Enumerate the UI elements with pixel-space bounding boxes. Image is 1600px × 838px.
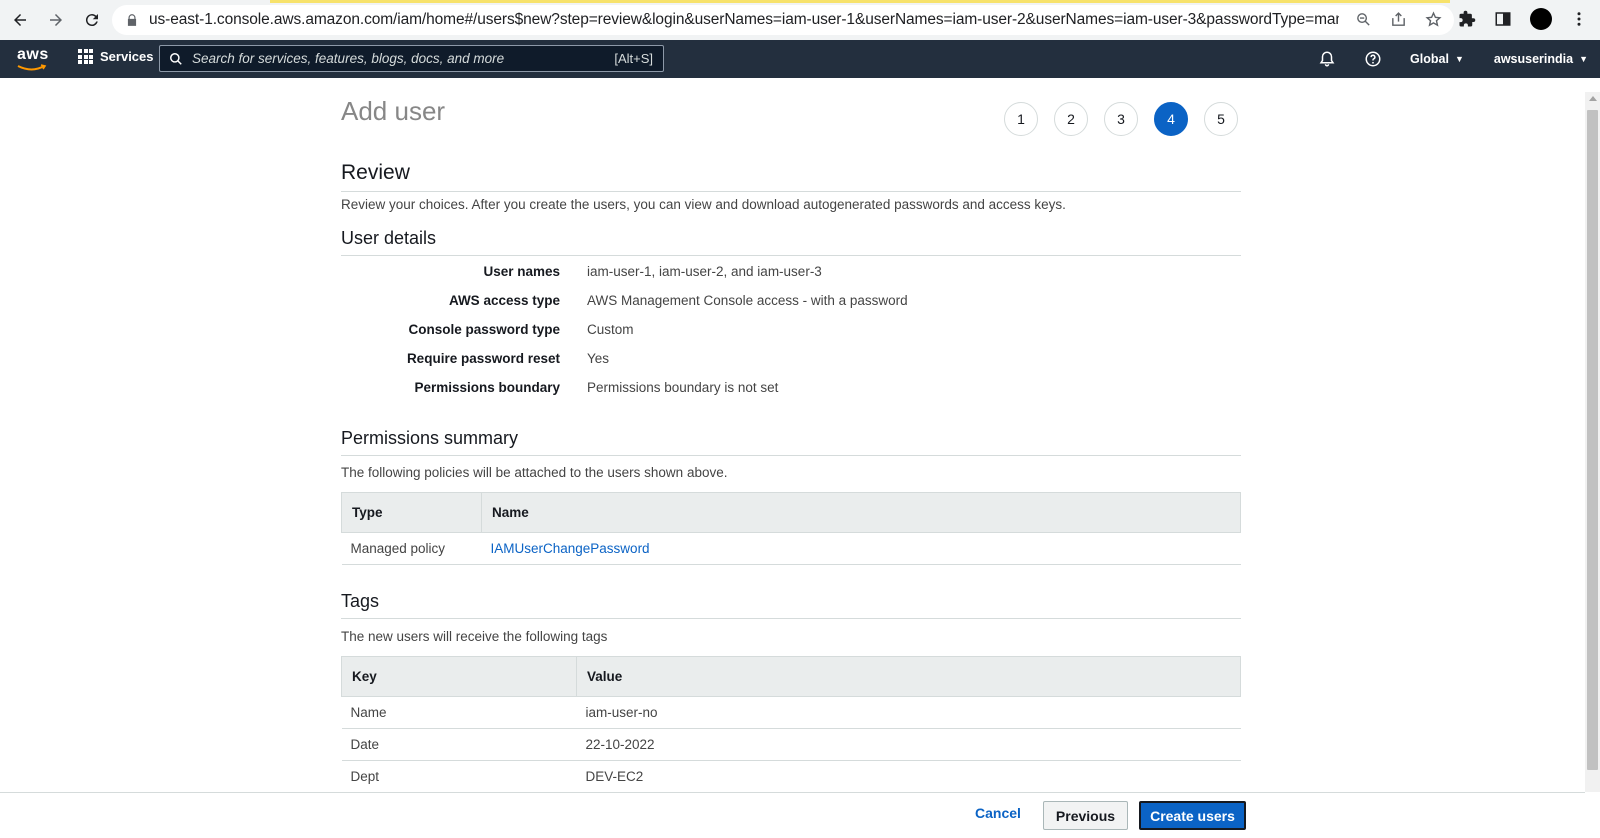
user-details-list: User names iam-user-1, iam-user-2, and i… bbox=[341, 264, 1241, 409]
search-shortcut-hint: [Alt+S] bbox=[614, 51, 653, 66]
detail-label: Console password type bbox=[408, 322, 560, 337]
zoom-icon[interactable] bbox=[1355, 11, 1372, 28]
previous-button[interactable]: Previous bbox=[1043, 801, 1128, 830]
page-title: Add user bbox=[341, 96, 446, 126]
url-text: us-east-1.console.aws.amazon.com/iam/hom… bbox=[149, 11, 1339, 28]
policy-name-cell: IAMUserChangePassword bbox=[481, 532, 1241, 565]
region-label: Global bbox=[1410, 52, 1449, 66]
detail-row: Require password reset Yes bbox=[341, 351, 1241, 380]
forward-icon[interactable] bbox=[40, 4, 72, 36]
page-scrollbar[interactable] bbox=[1585, 92, 1600, 792]
detail-label: Permissions boundary bbox=[414, 380, 560, 395]
detail-row: User names iam-user-1, iam-user-2, and i… bbox=[341, 264, 1241, 293]
search-icon bbox=[170, 52, 182, 65]
detail-value: iam-user-1, iam-user-2, and iam-user-3 bbox=[587, 264, 822, 279]
caret-down-icon: ▼ bbox=[1454, 54, 1464, 64]
tag-key-cell: Name bbox=[341, 696, 577, 729]
search-input[interactable] bbox=[192, 51, 612, 66]
review-description: Review your choices. After you create th… bbox=[341, 197, 1066, 212]
notifications-bell-icon[interactable] bbox=[1318, 50, 1336, 68]
search-bar[interactable]: [Alt+S] bbox=[159, 45, 664, 72]
permissions-table: Type Name Managed policy IAMUserChangePa… bbox=[341, 492, 1241, 565]
tag-value-cell: 22-10-2022 bbox=[576, 728, 1241, 761]
profile-avatar[interactable] bbox=[1530, 8, 1552, 30]
reload-icon[interactable] bbox=[76, 4, 108, 36]
step-2[interactable]: 2 bbox=[1054, 102, 1088, 136]
cancel-button[interactable]: Cancel bbox=[975, 805, 1021, 821]
tags-table: Key Value Name iam-user-no Date 22-10-20… bbox=[341, 656, 1241, 793]
step-1[interactable]: 1 bbox=[1004, 102, 1038, 136]
address-bar[interactable]: us-east-1.console.aws.amazon.com/iam/hom… bbox=[112, 5, 1454, 35]
detail-row: Permissions boundary Permissions boundar… bbox=[341, 380, 1241, 409]
table-row: Dept DEV-EC2 bbox=[341, 760, 1241, 793]
detail-value: AWS Management Console access - with a p… bbox=[587, 293, 908, 308]
help-icon[interactable] bbox=[1364, 50, 1382, 68]
bookmark-star-icon[interactable] bbox=[1425, 11, 1442, 28]
tag-key-cell: Date bbox=[341, 728, 577, 761]
detail-value: Yes bbox=[587, 351, 610, 366]
detail-label: User names bbox=[483, 264, 560, 279]
create-users-button[interactable]: Create users bbox=[1139, 801, 1246, 830]
detail-value: Custom bbox=[587, 322, 634, 337]
table-row: Date 22-10-2022 bbox=[341, 728, 1241, 761]
scroll-up-arrow-icon[interactable] bbox=[1589, 96, 1597, 101]
user-details-heading: User details bbox=[341, 228, 1241, 256]
table-row: Managed policy IAMUserChangePassword bbox=[341, 532, 1241, 565]
loading-bar bbox=[270, 0, 1450, 3]
table-row: Name iam-user-no bbox=[341, 696, 1241, 729]
back-icon[interactable] bbox=[4, 4, 36, 36]
permissions-description: The following policies will be attached … bbox=[341, 465, 728, 480]
detail-row: AWS access type AWS Management Console a… bbox=[341, 293, 1241, 322]
wizard-footer: Cancel Previous Create users bbox=[0, 792, 1585, 838]
step-5: 5 bbox=[1204, 102, 1238, 136]
lock-icon bbox=[127, 14, 137, 26]
services-menu-button[interactable]: Services bbox=[78, 49, 154, 64]
step-4-active: 4 bbox=[1154, 102, 1188, 136]
aws-nav-bar: aws Services [Alt+S] Global ▼ awsuserind… bbox=[0, 40, 1600, 78]
aws-smile-icon bbox=[17, 64, 47, 71]
aws-logo-text: aws bbox=[17, 46, 49, 63]
permissions-summary-heading: Permissions summary bbox=[341, 428, 1241, 456]
tags-description: The new users will receive the following… bbox=[341, 629, 608, 644]
tag-value-cell: DEV-EC2 bbox=[576, 760, 1241, 793]
column-header-key: Key bbox=[341, 656, 577, 697]
share-icon[interactable] bbox=[1390, 11, 1407, 28]
column-header-value: Value bbox=[576, 656, 1241, 697]
extensions-icon[interactable] bbox=[1458, 10, 1476, 28]
account-menu[interactable]: awsuserindia ▼ bbox=[1494, 52, 1588, 66]
scrollbar-thumb[interactable] bbox=[1587, 110, 1598, 770]
aws-logo[interactable]: aws bbox=[17, 46, 49, 71]
tag-value-cell: iam-user-no bbox=[576, 696, 1241, 729]
tag-key-cell: Dept bbox=[341, 760, 577, 793]
tags-heading: Tags bbox=[341, 591, 1241, 619]
column-header-type: Type bbox=[341, 492, 482, 533]
policy-link[interactable]: IAMUserChangePassword bbox=[491, 541, 650, 556]
region-selector[interactable]: Global ▼ bbox=[1410, 52, 1464, 66]
account-label: awsuserindia bbox=[1493, 52, 1574, 66]
detail-label: AWS access type bbox=[448, 293, 560, 308]
menu-kebab-icon[interactable] bbox=[1570, 10, 1588, 28]
services-label: Services bbox=[100, 49, 154, 64]
side-panel-icon[interactable] bbox=[1494, 10, 1512, 28]
detail-row: Console password type Custom bbox=[341, 322, 1241, 351]
wizard-steps: 1 2 3 4 5 bbox=[1004, 102, 1238, 136]
review-heading: Review bbox=[341, 161, 1241, 192]
column-header-name: Name bbox=[481, 492, 1241, 533]
detail-label: Require password reset bbox=[406, 351, 560, 366]
detail-value: Permissions boundary is not set bbox=[587, 380, 779, 395]
step-3[interactable]: 3 bbox=[1104, 102, 1138, 136]
apps-grid-icon bbox=[78, 49, 93, 64]
browser-toolbar: us-east-1.console.aws.amazon.com/iam/hom… bbox=[0, 0, 1600, 40]
policy-type-cell: Managed policy bbox=[341, 532, 482, 565]
caret-down-icon: ▼ bbox=[1579, 54, 1588, 64]
